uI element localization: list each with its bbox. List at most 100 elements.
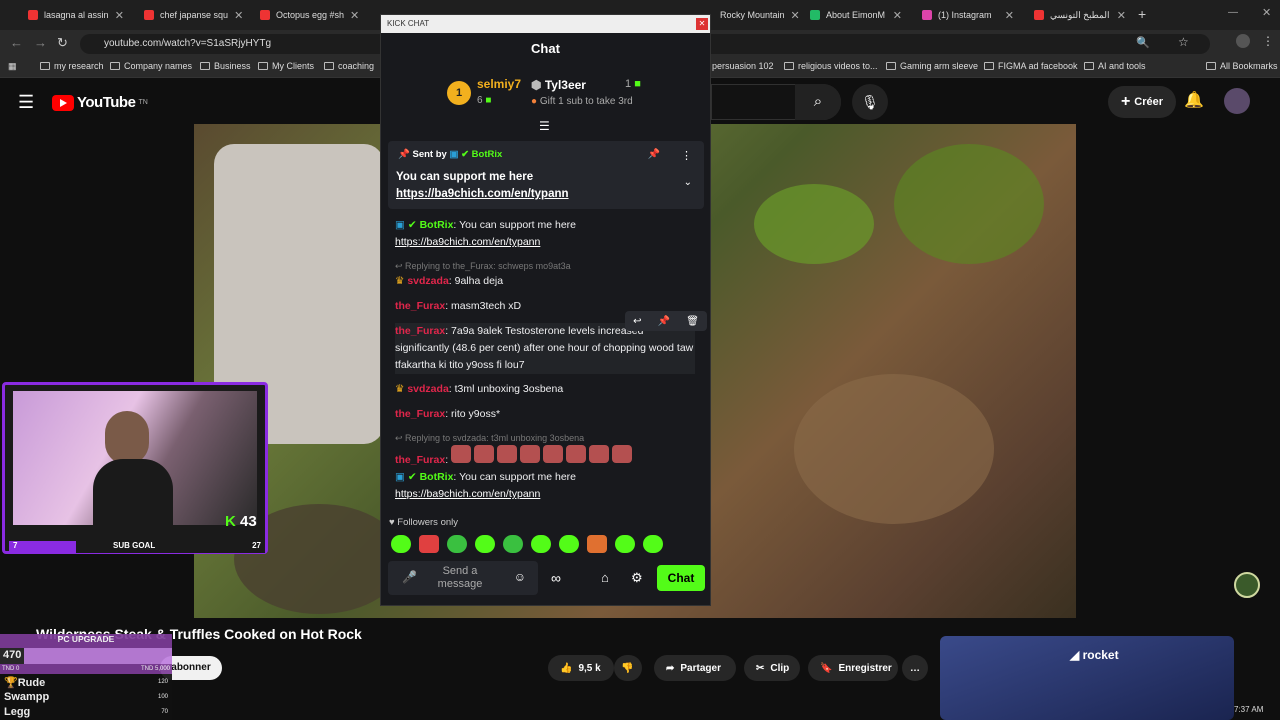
youtube-favicon-icon <box>144 10 154 20</box>
emoji-icon[interactable]: ☺ <box>514 570 526 584</box>
thumbs-down-icon: 👎 <box>621 662 634 674</box>
back-icon[interactable]: ← <box>10 35 23 50</box>
emote[interactable] <box>419 535 439 553</box>
browser-tab[interactable]: chef japanse squ ✕ <box>136 4 248 26</box>
gift-sub-prompt[interactable]: ● Gift 1 sub to take 3rd <box>531 96 633 107</box>
leader-row: Swampp <box>4 691 50 703</box>
mic-icon[interactable]: 🎤 <box>402 570 417 584</box>
bookmark-item[interactable]: All Bookmarks <box>1206 61 1278 71</box>
chat-input[interactable]: 🎤 Send a message ☺ <box>388 561 538 595</box>
account-avatar[interactable] <box>1224 88 1250 114</box>
bookmark-item[interactable]: persuasion 102 <box>712 61 774 71</box>
bookmark-item[interactable]: My Clients <box>258 61 314 71</box>
menu-dots-icon[interactable]: ⋮ <box>1262 34 1274 48</box>
ad-banner[interactable]: ◢ rocket <box>940 636 1234 720</box>
clip-button[interactable]: ✂ Clip <box>744 655 800 681</box>
emote[interactable] <box>615 535 635 553</box>
new-tab-button[interactable]: + <box>1138 6 1146 22</box>
instagram-favicon-icon <box>922 10 932 20</box>
chat-link[interactable]: https://ba9chich.com/en/typann <box>395 236 540 248</box>
emote[interactable] <box>531 535 551 553</box>
emote[interactable] <box>559 535 579 553</box>
second-gifter[interactable]: ⬢ Tyl3eer <box>531 78 586 92</box>
followers-only-notice: ♥ Followers only <box>389 517 458 528</box>
bookmark-item[interactable]: coaching <box>324 61 374 71</box>
pinned-link[interactable]: https://ba9chich.com/en/typann <box>396 188 569 200</box>
emote[interactable] <box>503 535 523 553</box>
hamburger-menu-icon[interactable]: ☰ <box>18 92 34 113</box>
channel-watermark-icon[interactable] <box>1234 572 1260 598</box>
emote-bar <box>391 535 666 553</box>
browser-tab[interactable]: Rocky Mountain ✕ <box>712 4 800 26</box>
bookmark-star-icon[interactable]: ☆ <box>1178 35 1189 49</box>
youtube-favicon-icon <box>28 10 38 20</box>
collapse-leaderboard-icon[interactable]: ☰ <box>539 119 550 133</box>
close-chat-window-button[interactable]: ✕ <box>696 18 708 30</box>
chevron-down-icon[interactable]: ⌄ <box>684 177 692 188</box>
close-tab-icon[interactable]: ✕ <box>234 9 243 22</box>
top-gifter-name[interactable]: selmiy7 <box>477 77 521 91</box>
emote <box>589 445 610 463</box>
more-options-icon[interactable]: ⋮ <box>681 149 692 162</box>
points-icon[interactable]: ∞ <box>551 570 561 586</box>
close-window-button[interactable]: ✕ <box>1262 6 1271 19</box>
browser-tab[interactable]: Octopus egg #sh ✕ <box>252 4 362 26</box>
bookmark-item[interactable]: my research <box>40 61 104 71</box>
profile-avatar[interactable] <box>1236 34 1250 48</box>
bookmark-item[interactable]: Gaming arm sleeve <box>886 61 978 71</box>
youtube-logo[interactable]: YouTube TN <box>52 94 148 111</box>
reload-icon[interactable]: ↻ <box>57 35 68 51</box>
pin-message-icon[interactable]: 📌 <box>658 316 670 327</box>
emote[interactable] <box>587 535 607 553</box>
store-icon[interactable]: ⌂ <box>601 570 609 585</box>
emote[interactable] <box>643 535 663 553</box>
settings-gear-icon[interactable]: ⚙ <box>631 570 643 586</box>
emote <box>520 445 541 463</box>
bookmark-item[interactable]: FIGMA ad facebook <box>984 61 1078 71</box>
apps-icon[interactable]: ▦ <box>8 61 17 72</box>
browser-tab[interactable]: About EimonM ✕ <box>802 4 910 26</box>
bookmark-item[interactable]: AI and tools <box>1084 61 1146 71</box>
webcam-overlay: K 43 7 SUB GOAL 27 <box>2 382 268 554</box>
browser-tab[interactable]: (1) Instagram ✕ <box>914 4 1022 26</box>
delete-icon[interactable]: 🗑 <box>686 316 699 327</box>
emote[interactable] <box>475 535 495 553</box>
unpin-icon[interactable]: 📌 <box>648 149 660 160</box>
bookmark-item[interactable]: Business <box>200 61 251 71</box>
close-tab-icon[interactable]: ✕ <box>350 9 359 22</box>
emote[interactable] <box>447 535 467 553</box>
mic-button[interactable]: 🎙 <box>852 84 888 120</box>
search-button[interactable]: ⌕ <box>795 84 841 120</box>
folder-icon <box>784 62 794 70</box>
pinned-message: 📌 Sent by ▣ ✔ BotRix 📌 ⋮ You can support… <box>388 141 704 209</box>
close-tab-icon[interactable]: ✕ <box>1005 9 1014 22</box>
chat-message: ♛ svdzada: t3ml unboxing 3osbena <box>395 383 564 395</box>
close-tab-icon[interactable]: ✕ <box>115 9 124 22</box>
browser-tab[interactable]: lasagna al assin ✕ <box>20 4 132 26</box>
send-chat-button[interactable]: Chat <box>657 565 705 591</box>
like-button[interactable]: 👍 9,5 k <box>548 655 614 681</box>
more-actions-button[interactable]: … <box>902 655 928 681</box>
save-button[interactable]: 🔖 Enregistrer <box>808 655 898 681</box>
close-tab-icon[interactable]: ✕ <box>1117 9 1126 22</box>
emote[interactable] <box>391 535 411 553</box>
dislike-button[interactable]: 👎 <box>614 655 642 681</box>
trophy-icon: 🏆 <box>4 677 18 689</box>
gift-icon: ● <box>531 96 538 107</box>
donation-progress-bar: 470 <box>0 648 172 664</box>
zoom-icon[interactable]: 🔍 <box>1136 36 1150 49</box>
notifications-bell-icon[interactable]: 🔔 <box>1184 90 1204 110</box>
minimize-button[interactable]: — <box>1228 7 1238 18</box>
forward-icon[interactable]: → <box>34 35 47 50</box>
chat-link[interactable]: https://ba9chich.com/en/typann <box>395 488 540 500</box>
browser-tab[interactable]: المطبخ التونسي ✕ <box>1026 4 1134 26</box>
share-button[interactable]: ➦ Partager <box>654 655 736 681</box>
youtube-favicon-icon <box>260 10 270 20</box>
close-tab-icon[interactable]: ✕ <box>791 9 800 22</box>
reply-icon[interactable]: ↩ <box>633 316 641 327</box>
bookmark-item[interactable]: Company names <box>110 61 192 71</box>
bookmark-item[interactable]: religious videos to... <box>784 61 878 71</box>
close-tab-icon[interactable]: ✕ <box>893 9 902 22</box>
folder-icon <box>1084 62 1094 70</box>
create-button[interactable]: + Créer <box>1108 86 1176 118</box>
